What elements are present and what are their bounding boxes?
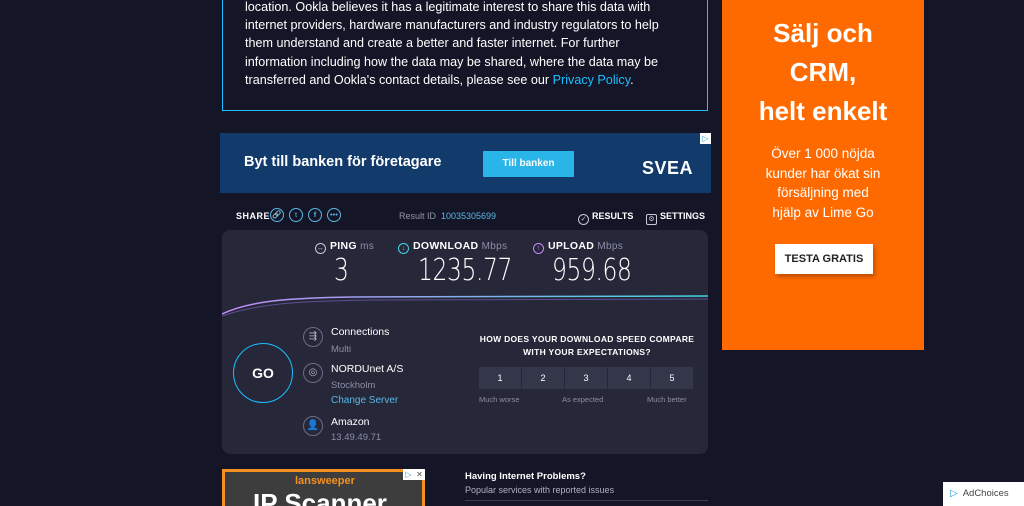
expectation-question: HOW DOES YOUR DOWNLOAD SPEED COMPARE WIT… (465, 333, 709, 359)
ping-value: 3 (334, 253, 349, 288)
connections-icon: ⇶ (303, 327, 323, 347)
results-button[interactable]: ✓ RESULTS (578, 211, 633, 225)
connections-value: Multi (331, 344, 352, 355)
privacy-notice: location. Ookla believes it has a legiti… (222, 0, 708, 111)
link-icon[interactable]: 🔗 (270, 208, 284, 222)
banner-ad-headline: Byt till banken för företagare (244, 154, 442, 170)
privacy-line: location. Ookla believes it has a legiti… (245, 0, 651, 14)
check-circle-icon: ✓ (578, 214, 589, 225)
privacy-line-end: . (630, 72, 634, 87)
privacy-line: internet providers, hardware manufacture… (245, 18, 659, 33)
side-ad-headline: Sälj och CRM, helt enkelt (722, 14, 924, 131)
settings-label: SETTINGS (660, 211, 706, 221)
change-server-link[interactable]: Change Server (331, 395, 398, 406)
result-id-link[interactable]: 10035305699 (441, 211, 496, 221)
download-label: DOWNLOAD (413, 240, 479, 252)
speed-graph (222, 295, 708, 317)
ad-info-icon[interactable]: ▷ (403, 469, 414, 480)
upload-arrow-icon: ↑ (533, 243, 544, 254)
ping-icon: ↔ (315, 243, 326, 254)
facebook-icon[interactable]: f (308, 208, 322, 222)
share-label: SHARE (236, 211, 271, 221)
problems-title[interactable]: Having Internet Problems? (465, 471, 586, 482)
download-value: 1235.77 (418, 253, 513, 288)
lansweeper-headline: IP Scanner (253, 488, 387, 506)
download-header: ↓ DOWNLOAD Mbps (398, 240, 507, 254)
side-ad-headline-line: Sälj och (773, 18, 873, 48)
more-icon[interactable]: ••• (327, 208, 341, 222)
rating-3-button[interactable]: 3 (565, 367, 607, 389)
gear-icon: ⚙ (646, 214, 657, 225)
side-ad-body-line: hjälp av Lime Go (772, 204, 874, 220)
twitter-icon[interactable]: t (289, 208, 303, 222)
results-label: RESULTS (592, 211, 634, 221)
side-ad-body-line: kunder har ökat sin (765, 165, 881, 181)
adchoices-icon: ▷ (950, 488, 958, 499)
lime-go-ad[interactable]: Sälj och CRM, helt enkelt Över 1 000 nöj… (722, 0, 924, 350)
host-name: Amazon (331, 416, 370, 428)
banner-ad-button[interactable]: Till banken (483, 151, 574, 177)
divider (465, 500, 708, 501)
host-ip: 13.49.49.71 (331, 432, 382, 443)
side-ad-headline-line: CRM, (789, 57, 857, 87)
isp-name: NORDUnet A/S (331, 363, 404, 375)
result-id-label: Result ID (399, 211, 437, 221)
rating-1-button[interactable]: 1 (479, 367, 521, 389)
ad-choices-icon[interactable]: ▷ (700, 133, 711, 144)
lansweeper-ad[interactable]: lansweeper IP Scanner (222, 469, 425, 506)
scale-mid-label: As expected (562, 395, 604, 404)
ping-label: PING (330, 240, 357, 252)
upload-unit: Mbps (597, 241, 624, 252)
globe-icon: ◎ (303, 363, 323, 383)
privacy-line: transferred and Ookla's contact details,… (245, 71, 685, 89)
go-button[interactable]: GO (233, 343, 293, 403)
testa-gratis-button[interactable]: TESTA GRATIS (775, 244, 873, 274)
user-icon: 👤 (303, 416, 323, 436)
banner-ad-logo: SVEA (642, 158, 694, 178)
server-location: Stockholm (331, 380, 376, 391)
side-ad-headline-line: helt enkelt (758, 96, 888, 126)
upload-header: ↑ UPLOAD Mbps (533, 240, 623, 254)
banner-ad[interactable]: Byt till banken för företagare Till bank… (220, 133, 711, 193)
privacy-line: information including how the data may b… (245, 54, 659, 69)
problems-subtitle: Popular services with reported issues (465, 485, 615, 495)
rating-4-button[interactable]: 4 (608, 367, 650, 389)
download-arrow-icon: ↓ (398, 243, 409, 254)
question-line: HOW DOES YOUR DOWNLOAD SPEED COMPARE (479, 334, 695, 344)
ad-close-icon[interactable]: ✕ (414, 469, 425, 480)
side-ad-body-line: Över 1 000 nöjda (771, 146, 875, 161)
privacy-line: them understand and create a better and … (245, 36, 620, 51)
connections-title: Connections (331, 326, 390, 338)
download-unit: Mbps (481, 241, 508, 252)
ping-unit: ms (360, 241, 375, 252)
side-ad-body: Över 1 000 nöjda kunder har ökat sin för… (722, 144, 924, 222)
adchoices-label: AdChoices (962, 488, 1009, 499)
scale-low-label: Much worse (479, 395, 520, 404)
ping-header: ↔ PING ms (315, 240, 374, 254)
question-line: WITH YOUR EXPECTATIONS? (523, 347, 651, 357)
adchoices-badge[interactable]: ▷ AdChoices (943, 482, 1024, 506)
upload-label: UPLOAD (548, 240, 595, 252)
privacy-line-text: transferred and Ookla's contact details,… (245, 72, 553, 87)
rating-2-button[interactable]: 2 (522, 367, 564, 389)
side-ad-body-line: försäljning med (777, 185, 869, 200)
settings-button[interactable]: ⚙ SETTINGS (646, 211, 705, 225)
scale-high-label: Much better (647, 395, 687, 404)
upload-value: 959.68 (552, 253, 632, 288)
lansweeper-logo: lansweeper (295, 475, 355, 487)
privacy-policy-link[interactable]: Privacy Policy (553, 73, 630, 87)
rating-5-button[interactable]: 5 (651, 367, 693, 389)
